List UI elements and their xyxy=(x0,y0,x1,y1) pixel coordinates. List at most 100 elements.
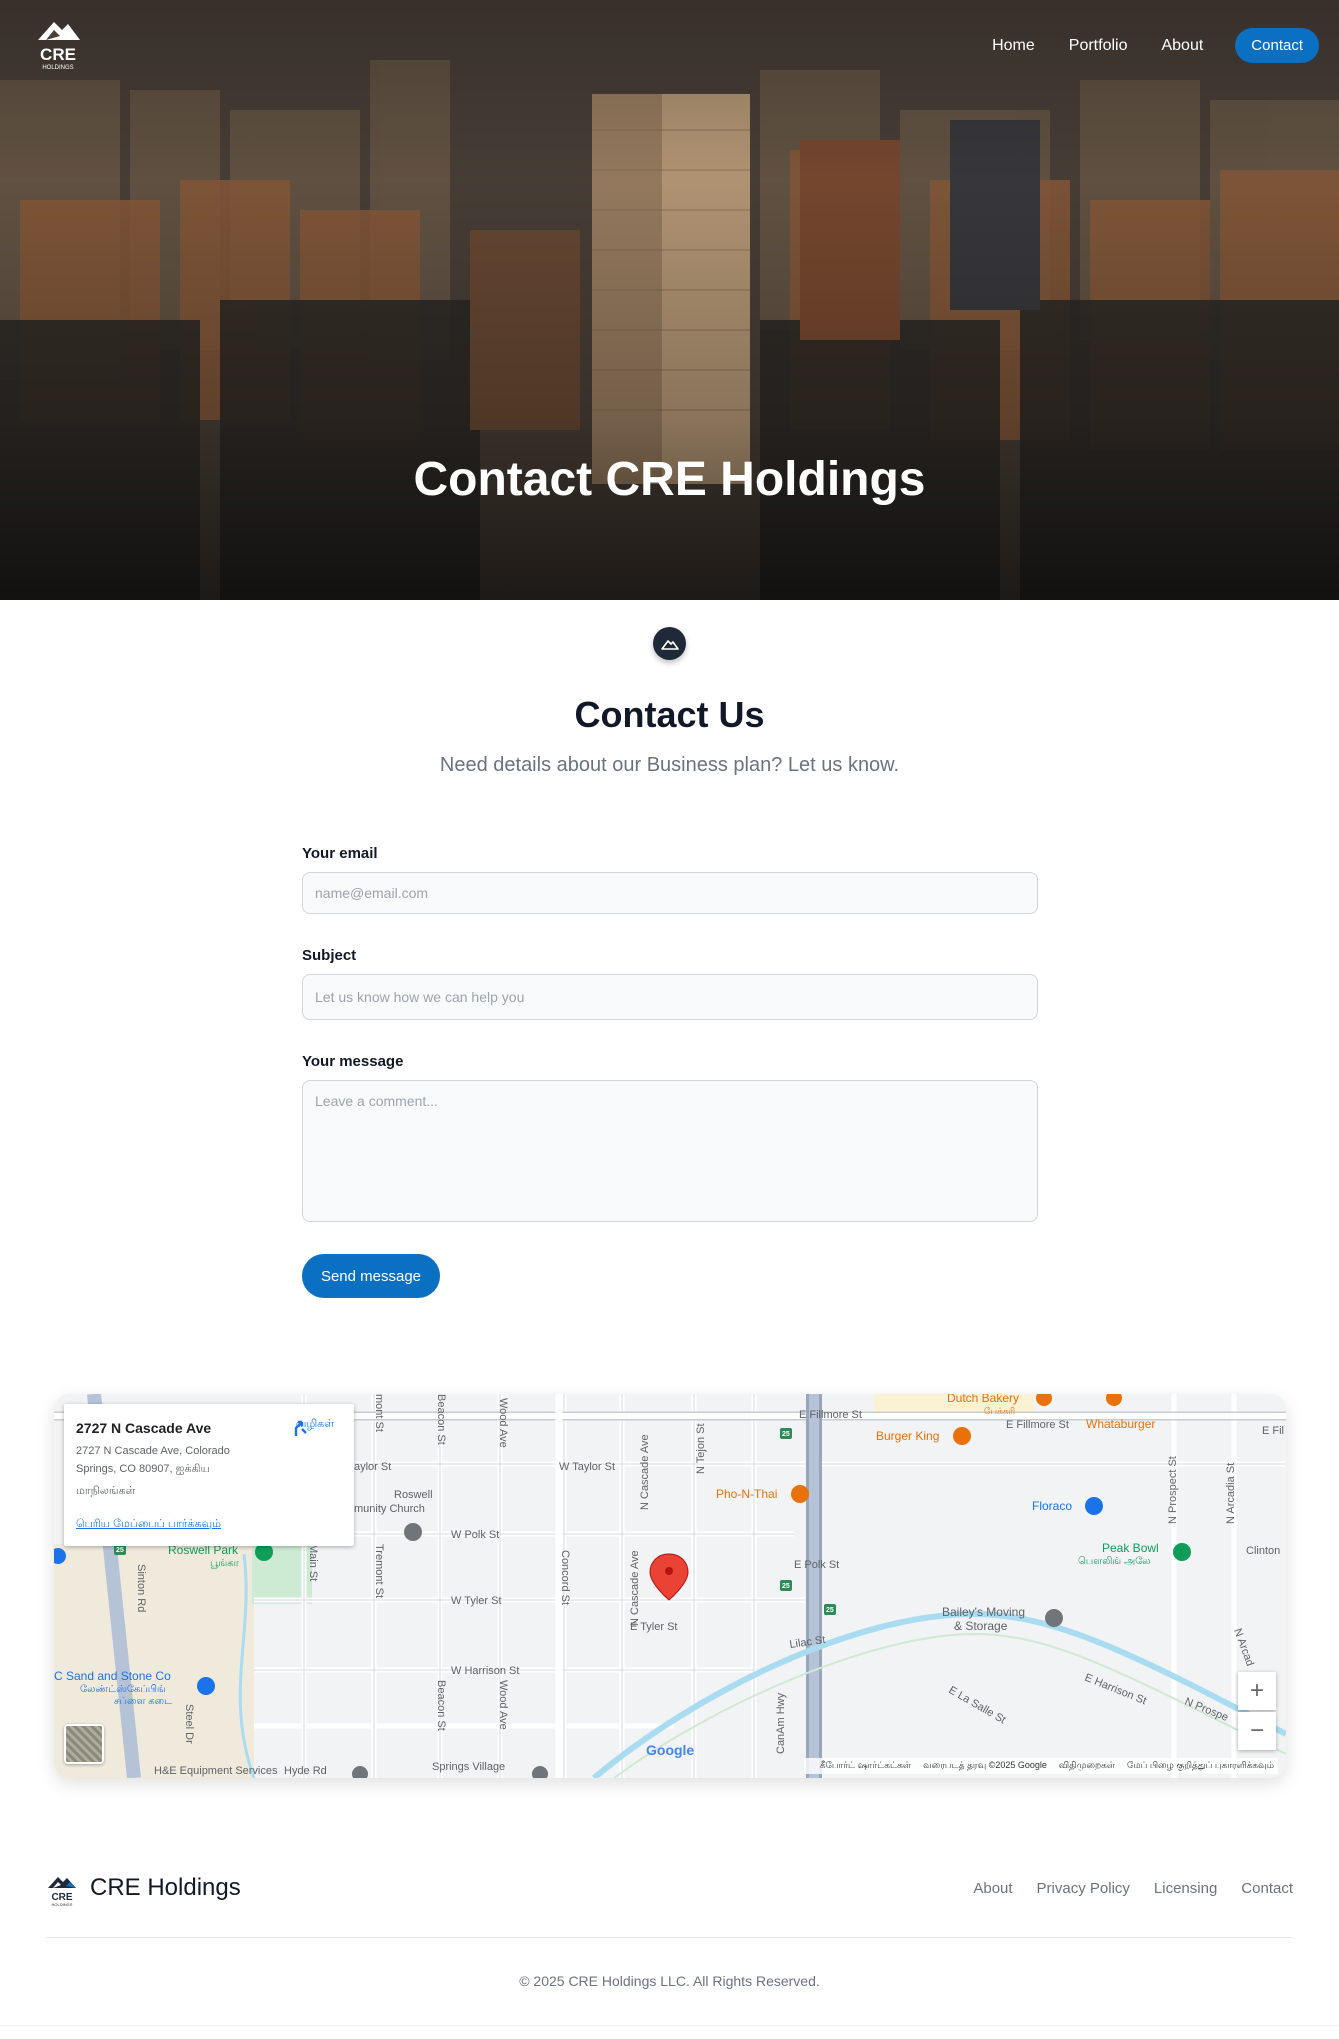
poi-burger-king-icon xyxy=(953,1427,971,1445)
shield-i25-c: 25 xyxy=(116,1547,124,1554)
label-clinton: Clinton xyxy=(1246,1545,1280,1557)
poi-sand-stone-ta-2: சப்ளை கடை xyxy=(114,1696,172,1707)
label-beacon-bottom: Beacon St xyxy=(435,1680,447,1731)
label-beacon-top: Beacon St xyxy=(435,1394,447,1445)
zoom-in-button[interactable]: + xyxy=(1238,1672,1276,1710)
satellite-toggle[interactable] xyxy=(64,1724,104,1764)
hero-overlay xyxy=(0,0,1339,600)
footer-logo-icon[interactable]: CRE HOLDINGS xyxy=(44,1872,80,1908)
label-hyde: Hyde Rd xyxy=(284,1765,327,1777)
poi-roswell-park-ta: பூங்கா xyxy=(210,1558,240,1569)
subject-label: Subject xyxy=(302,947,357,964)
poi-peak-bowl: Peak Bowl xyxy=(1102,1541,1159,1555)
label-n-cascade-top: N Cascade Ave xyxy=(639,1434,651,1510)
google-map[interactable]: E Fillmore St E Fillmore St E Fil W Tayl… xyxy=(54,1394,1286,1778)
footer-divider xyxy=(46,1937,1293,1938)
label-e-fillmore-1: E Fillmore St xyxy=(799,1409,862,1421)
copyright-text: © 2025 CRE Holdings LLC. All Rights Rese… xyxy=(519,1973,820,1989)
attrib-mapdata: வரைபடத் தரவு ©2025 Google xyxy=(923,1760,1047,1770)
bottom-divider xyxy=(0,2025,1339,2026)
directions-icon xyxy=(294,1420,307,1436)
label-n-tejon: N Tejon St xyxy=(695,1423,707,1474)
view-larger-map-link[interactable]: பெரிய மேப்பைப் பார்க்கவும் xyxy=(76,1518,221,1532)
google-logo: Google xyxy=(646,1742,695,1758)
poi-pho-n-thai: Pho-N-Thai xyxy=(716,1487,777,1501)
label-tremont-top: mont St xyxy=(373,1394,385,1432)
nav-contact-button[interactable]: Contact xyxy=(1235,28,1319,63)
label-n-prospect: N Prospect St xyxy=(1167,1456,1179,1524)
hero-banner: CRE HOLDINGS Home Portfolio About Contac… xyxy=(0,0,1339,600)
poi-sand-stone-ta-1: லேண்ட்ஸ்கேப்பிங் xyxy=(80,1684,166,1695)
footer-brand[interactable]: CRE Holdings xyxy=(90,1874,241,1902)
map-address-line-2: Springs, CO 80907, ஐக்கிய xyxy=(76,1463,210,1475)
label-main-st: Main St xyxy=(307,1544,319,1581)
email-field[interactable] xyxy=(302,872,1038,914)
poi-sand-stone-icon xyxy=(197,1677,215,1695)
footer-link-privacy[interactable]: Privacy Policy xyxy=(1037,1880,1130,1897)
map-address-title: 2727 N Cascade Ave xyxy=(76,1420,212,1436)
nav-about[interactable]: About xyxy=(1161,37,1203,55)
cre-logo-icon[interactable]: CRE HOLDINGS xyxy=(28,16,88,72)
contact-heading: Contact Us xyxy=(574,694,765,735)
label-w-harrison: W Harrison St xyxy=(451,1665,519,1677)
label-roswell: Roswell xyxy=(394,1489,433,1501)
shield-i25-a: 25 xyxy=(782,1431,790,1438)
label-concord: Concord St xyxy=(559,1550,571,1605)
poi-peak-bowl-icon xyxy=(1173,1543,1191,1561)
label-steel: Steel Dr xyxy=(183,1704,195,1744)
mountain-badge-icon xyxy=(653,627,686,660)
label-w-tyler: W Tyler St xyxy=(451,1595,502,1607)
map-info-card: 2727 N Cascade Ave 2727 N Cascade Ave, C… xyxy=(64,1404,354,1546)
footer-link-contact[interactable]: Contact xyxy=(1241,1880,1293,1897)
hero-title: Contact CRE Holdings xyxy=(413,453,926,506)
attrib-report[interactable]: மேப் பிழை குறித்துப் புகாரளிக்கவும் xyxy=(1127,1760,1274,1772)
label-e-polk: E Polk St xyxy=(794,1559,839,1571)
poi-peak-bowl-ta: பௌலிங் அலே xyxy=(1078,1556,1151,1567)
label-wood-top: Wood Ave xyxy=(497,1398,509,1448)
nav-home[interactable]: Home xyxy=(992,37,1035,55)
label-w-taylor: W Taylor St xyxy=(559,1461,615,1473)
shield-i25-d: 25 xyxy=(826,1607,834,1614)
poi-baileys-icon xyxy=(1045,1609,1063,1627)
main-nav: Home Portfolio About Contact xyxy=(958,28,1319,63)
label-church: munity Church xyxy=(354,1503,425,1515)
nav-portfolio[interactable]: Portfolio xyxy=(1069,37,1128,55)
label-wood-bottom: Wood Ave xyxy=(497,1680,509,1730)
label-sinton: Sinton Rd xyxy=(135,1564,147,1612)
footer-logo-subtext: HOLDINGS xyxy=(52,1902,73,1907)
directions-button[interactable]: வழிகள் xyxy=(290,1418,340,1436)
attrib-shortcuts[interactable]: கீபோர்ட் ஷார்ட்கட்கள் xyxy=(820,1760,911,1772)
map-address-line-3: மாநிலங்கள் xyxy=(76,1485,136,1497)
zoom-out-button[interactable]: − xyxy=(1238,1712,1276,1750)
label-equipment: H&E Equipment Services xyxy=(154,1765,278,1777)
label-e-fil: E Fil xyxy=(1262,1425,1284,1437)
poi-floraco-icon xyxy=(1085,1497,1103,1515)
subject-field[interactable] xyxy=(302,974,1038,1020)
message-textarea[interactable] xyxy=(302,1080,1038,1222)
message-label: Your message xyxy=(302,1053,404,1070)
label-canam: CanAm Hwy xyxy=(775,1692,787,1754)
email-label: Your email xyxy=(302,845,378,862)
shield-i25-b: 25 xyxy=(782,1583,790,1590)
label-tremont: Tremont St xyxy=(373,1544,385,1598)
label-taylor-st: aylor St xyxy=(354,1461,391,1473)
map-attribution: கீபோர்ட் ஷார்ட்கட்கள் வரைபடத் தரவு ©2025… xyxy=(803,1758,1278,1774)
poi-dutch-bakery: Dutch Bakery xyxy=(947,1394,1019,1405)
logo-subtext: HOLDINGS xyxy=(42,65,73,71)
poi-baileys-2: & Storage xyxy=(954,1619,1008,1633)
poi-dutch-bakery-ta: பேக்கரி xyxy=(984,1406,1015,1416)
contact-subtitle: Need details about our Business plan? Le… xyxy=(439,754,900,776)
label-w-polk: W Polk St xyxy=(451,1529,499,1541)
attrib-terms[interactable]: விதிமுறைகள் xyxy=(1059,1760,1115,1772)
footer-link-licensing[interactable]: Licensing xyxy=(1154,1880,1217,1897)
footer-link-about[interactable]: About xyxy=(973,1880,1012,1897)
label-springs-village: Springs Village xyxy=(432,1761,505,1773)
send-message-button[interactable]: Send message xyxy=(302,1254,440,1298)
poi-floraco: Floraco xyxy=(1032,1499,1072,1513)
poi-pho-icon xyxy=(791,1485,809,1503)
poi-church-icon xyxy=(404,1523,422,1541)
label-n-cascade-mid: N Cascade Ave xyxy=(629,1550,641,1626)
poi-baileys-1: Bailey's Moving xyxy=(942,1605,1025,1619)
poi-sand-stone: C Sand and Stone Co xyxy=(54,1669,171,1683)
label-n-arcadia: N Arcadia St xyxy=(1225,1463,1237,1524)
